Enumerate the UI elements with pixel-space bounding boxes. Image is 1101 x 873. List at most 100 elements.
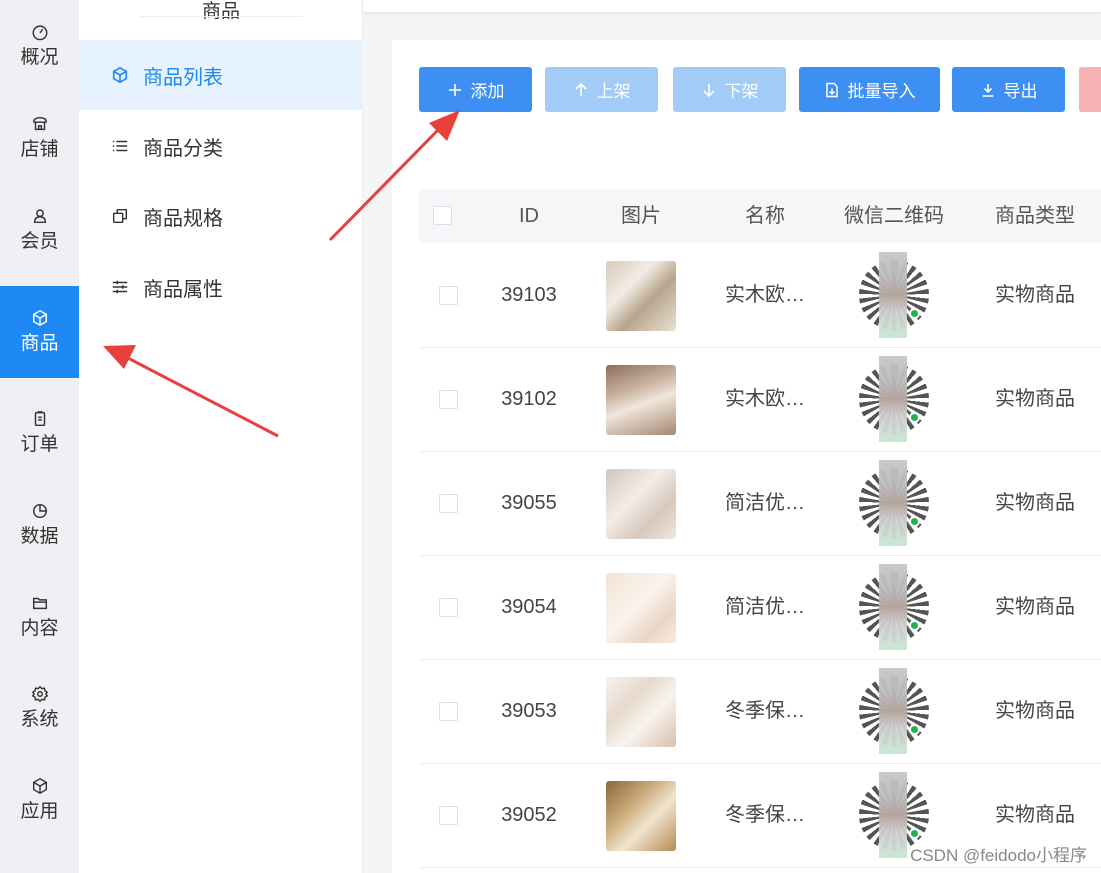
product-type: 实物商品	[995, 596, 1075, 618]
file-import-icon	[825, 82, 838, 97]
rail-item-overview[interactable]: 概况	[0, 0, 79, 92]
wechat-qr-code[interactable]	[859, 252, 929, 338]
dashboard-icon	[30, 22, 50, 42]
subnav-item-product-list[interactable]: 商品列表	[79, 40, 363, 110]
table-row[interactable]: 39102 实木欧… 实物商品	[419, 348, 1101, 452]
product-name[interactable]: 简洁优…	[725, 556, 815, 659]
subnav-item-product-attribute[interactable]: 商品属性	[79, 252, 363, 322]
wechat-qr-code[interactable]	[859, 772, 929, 858]
list-up-button-label: 上架	[596, 82, 631, 101]
product-thumbnail[interactable]	[606, 365, 676, 435]
subnav-item-label: 商品列表	[143, 66, 223, 89]
product-type: 实物商品	[995, 492, 1075, 514]
delete-button-partial[interactable]	[1079, 67, 1101, 112]
rail-item-store[interactable]: 店铺	[0, 92, 79, 184]
wechat-mini-program-icon	[909, 828, 920, 839]
column-header-wechat-qr[interactable]: 微信二维码	[839, 189, 949, 243]
rail-item-content[interactable]: 内容	[0, 571, 79, 663]
list-down-button-label: 下架	[724, 82, 759, 101]
wechat-mini-program-icon	[909, 308, 920, 319]
rail-item-label: 会员	[20, 231, 59, 252]
top-bar	[363, 0, 1101, 12]
column-header-product-type[interactable]: 商品类型	[991, 189, 1079, 243]
export-button[interactable]: 导出	[952, 67, 1065, 112]
product-type: 实物商品	[995, 388, 1075, 410]
wechat-qr-code[interactable]	[859, 564, 929, 650]
row-checkbox[interactable]	[439, 702, 458, 721]
rail-item-label: 商品	[20, 333, 59, 354]
row-checkbox[interactable]	[439, 390, 458, 409]
subnav-item-product-spec[interactable]: 商品规格	[79, 181, 363, 251]
subnav-item-label: 商品规格	[143, 207, 223, 230]
product-id: 39055	[501, 492, 557, 514]
copy-icon	[109, 205, 131, 227]
subnav-item-product-category[interactable]: 商品分类	[79, 111, 363, 181]
user-icon	[30, 206, 50, 226]
download-icon	[982, 83, 993, 97]
watermark: CSDN @feidodo小程序	[910, 846, 1087, 865]
subnav-title: 商品	[201, 1, 240, 22]
main-nav-rail: 概况 店铺 会员 商品 订单 数据 内容 系统 应用	[0, 0, 79, 873]
table-header: ID 图片 名称 微信二维码 商品类型	[419, 189, 1101, 243]
product-thumbnail[interactable]	[606, 469, 676, 539]
rail-item-system[interactable]: 系统	[0, 662, 79, 754]
arrow-down-icon	[702, 83, 715, 97]
wechat-qr-code[interactable]	[859, 356, 929, 442]
product-name[interactable]: 冬季保…	[725, 764, 815, 867]
wechat-qr-code[interactable]	[859, 668, 929, 754]
wechat-mini-program-icon	[909, 516, 920, 527]
add-button-label: 添加	[470, 82, 505, 101]
rail-item-product[interactable]: 商品	[0, 286, 79, 378]
plus-icon	[448, 83, 461, 96]
wechat-qr-code[interactable]	[859, 460, 929, 546]
select-all-checkbox[interactable]	[433, 206, 452, 225]
column-header-name[interactable]: 名称	[725, 189, 805, 243]
bulk-import-button-label: 批量导入	[847, 82, 916, 101]
row-checkbox[interactable]	[439, 598, 458, 617]
rail-item-data[interactable]: 数据	[0, 479, 79, 571]
rail-item-label: 店铺	[20, 139, 59, 160]
product-thumbnail[interactable]	[606, 677, 676, 747]
product-id: 39102	[501, 388, 557, 410]
rail-item-label: 数据	[20, 526, 59, 547]
arrow-up-icon	[574, 82, 587, 96]
rail-item-label: 应用	[20, 801, 59, 822]
add-button[interactable]: 添加	[419, 67, 532, 112]
product-name[interactable]: 实木欧…	[725, 244, 815, 347]
table-row[interactable]: 39055 简洁优… 实物商品	[419, 452, 1101, 556]
product-id: 39052	[501, 804, 557, 826]
product-thumbnail[interactable]	[606, 261, 676, 331]
subnav-item-label: 商品属性	[143, 278, 223, 301]
product-type: 实物商品	[995, 700, 1075, 722]
rail-item-label: 内容	[20, 618, 59, 639]
product-name[interactable]: 冬季保…	[725, 660, 815, 763]
product-name[interactable]: 实木欧…	[725, 348, 815, 451]
row-checkbox[interactable]	[439, 494, 458, 513]
sliders-icon	[109, 276, 131, 298]
list-down-button[interactable]: 下架	[673, 67, 786, 112]
table-row[interactable]: 39054 简洁优… 实物商品	[419, 556, 1101, 660]
export-button-label: 导出	[1003, 82, 1038, 101]
rail-item-member[interactable]: 会员	[0, 184, 79, 276]
rail-item-label: 订单	[20, 434, 59, 455]
product-thumbnail[interactable]	[606, 781, 676, 851]
product-name[interactable]: 简洁优…	[725, 452, 815, 555]
product-id: 39054	[501, 596, 557, 618]
bulk-import-button[interactable]: 批量导入	[799, 67, 940, 112]
rail-item-app[interactable]: 应用	[0, 754, 79, 846]
list-up-button[interactable]: 上架	[545, 67, 658, 112]
table-row[interactable]: 39103 实木欧… 实物商品	[419, 244, 1101, 348]
row-checkbox[interactable]	[439, 806, 458, 825]
product-id: 39103	[501, 284, 557, 306]
row-checkbox[interactable]	[439, 286, 458, 305]
column-header-image[interactable]: 图片	[606, 189, 676, 243]
store-icon	[30, 114, 50, 134]
subnav-divider	[139, 16, 303, 17]
product-thumbnail[interactable]	[606, 573, 676, 643]
wechat-mini-program-icon	[909, 724, 920, 735]
column-header-id[interactable]: ID	[487, 189, 571, 243]
folder-icon	[30, 593, 50, 613]
table-row[interactable]: 39053 冬季保… 实物商品	[419, 660, 1101, 764]
wechat-mini-program-icon	[909, 412, 920, 423]
rail-item-order[interactable]: 订单	[0, 387, 79, 479]
